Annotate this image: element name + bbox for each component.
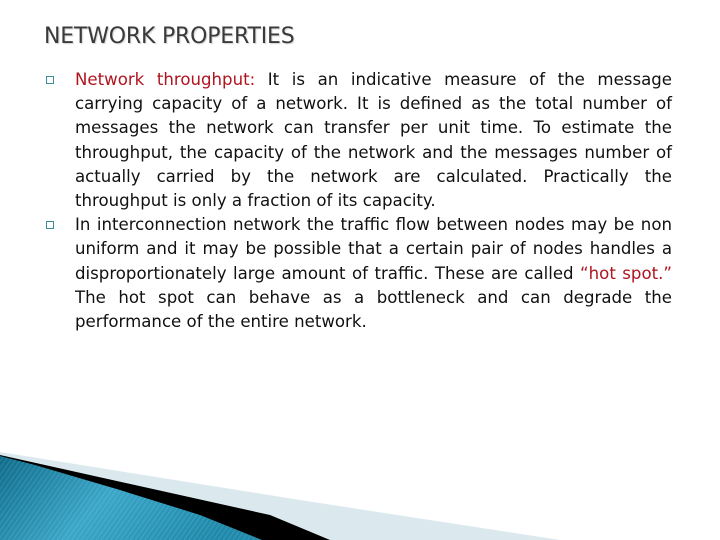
blue-wedge-stripes xyxy=(0,456,262,540)
light-blue-band xyxy=(0,452,560,540)
black-band xyxy=(0,455,330,540)
bullet-network-throughput: Network throughput: It is an indicative … xyxy=(46,68,672,213)
bullet-hot-spot: In interconnection network the traffic f… xyxy=(46,213,672,334)
term-network-throughput: Network throughput: xyxy=(75,70,256,89)
bullet-list: Network throughput: It is an indicative … xyxy=(46,68,672,334)
blue-wedge xyxy=(0,456,262,540)
hollow-square-bullet-icon xyxy=(46,221,54,230)
bullet-text-after: The hot spot can behave as a bottleneck … xyxy=(75,287,672,332)
bullet-text: It is an indicative measure of the messa… xyxy=(75,70,672,211)
slide-title: NETWORK PROPERTIES xyxy=(44,24,295,49)
term-hot-spot: “hot spot.” xyxy=(580,263,672,283)
hollow-square-bullet-icon xyxy=(46,76,54,84)
